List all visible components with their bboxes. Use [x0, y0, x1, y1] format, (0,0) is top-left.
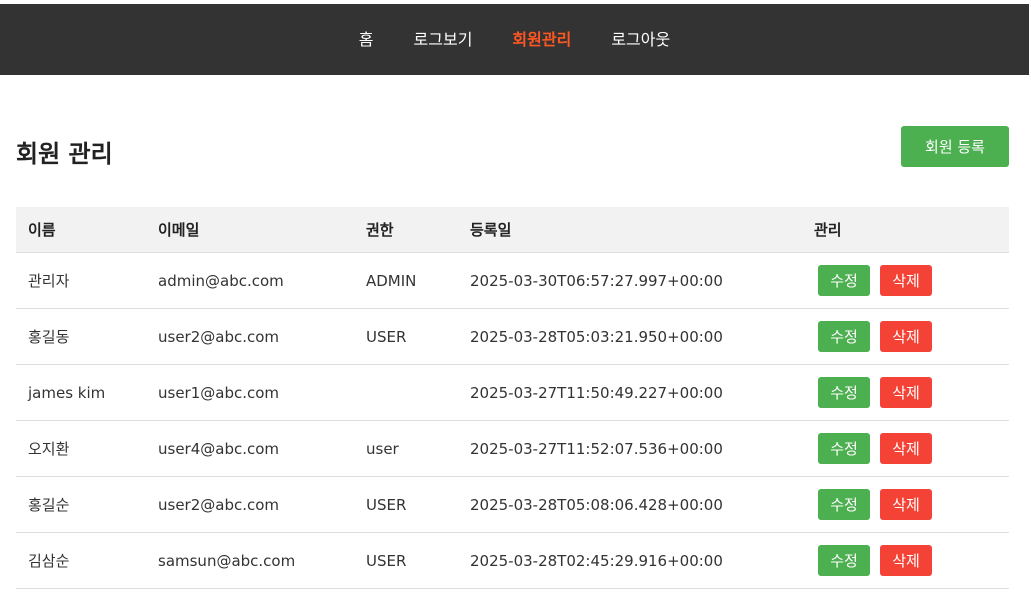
nav-link-members[interactable]: 회원관리 — [492, 8, 591, 72]
cell-actions: 수정 삭제 — [802, 476, 1009, 533]
edit-button[interactable]: 수정 — [818, 321, 870, 352]
cell-actions: 수정 삭제 — [802, 364, 1009, 421]
cell-role: USER — [354, 476, 458, 533]
table-row: 홍길순 user2@abc.com USER 2025-03-28T05:08:06.… — [16, 476, 1009, 533]
column-header-actions: 관리 — [802, 207, 1009, 253]
cell-email: admin@abc.com — [146, 252, 354, 309]
cell-date: 2025-03-28T05:03:21.950+00:00 — [458, 308, 802, 365]
nav-item-members: 회원관리 — [492, 8, 591, 72]
edit-button[interactable]: 수정 — [818, 377, 870, 408]
cell-email: user4@abc.com — [146, 420, 354, 477]
member-table-container: 이름 이메일 권한 등록일 관리 관리자 admin@abc.com ADMIN 20… — [16, 207, 1009, 589]
cell-date: 2025-03-30T06:57:27.997+00:00 — [458, 252, 802, 309]
delete-button[interactable]: 삭제 — [880, 545, 932, 576]
cell-date: 2025-03-28T05:08:06.428+00:00 — [458, 476, 802, 533]
cell-actions: 수정 삭제 — [802, 252, 1009, 309]
cell-actions: 수정 삭제 — [802, 308, 1009, 365]
table-header-row: 이름 이메일 권한 등록일 관리 — [16, 207, 1009, 253]
cell-role — [354, 364, 458, 421]
member-table: 이름 이메일 권한 등록일 관리 관리자 admin@abc.com ADMIN 20… — [16, 207, 1009, 589]
cell-date: 2025-03-27T11:50:49.227+00:00 — [458, 364, 802, 421]
cell-role: user — [354, 420, 458, 477]
cell-name: 김삼순 — [16, 532, 146, 589]
table-row: 관리자 admin@abc.com ADMIN 2025-03-30T06:57:27… — [16, 252, 1009, 309]
cell-actions: 수정 삭제 — [802, 532, 1009, 589]
table-row: james kim user1@abc.com 2025-03-27T11:50:4… — [16, 364, 1009, 421]
cell-email: samsun@abc.com — [146, 532, 354, 589]
cell-role: USER — [354, 308, 458, 365]
edit-button[interactable]: 수정 — [818, 433, 870, 464]
delete-button[interactable]: 삭제 — [880, 433, 932, 464]
top-navbar: 홈 로그보기 회원관리 로그아웃 — [0, 4, 1029, 75]
cell-email: user2@abc.com — [146, 476, 354, 533]
column-header-email: 이메일 — [146, 207, 354, 253]
table-body: 관리자 admin@abc.com ADMIN 2025-03-30T06:57:27… — [16, 252, 1009, 589]
nav-link-home[interactable]: 홈 — [339, 8, 394, 72]
delete-button[interactable]: 삭제 — [880, 321, 932, 352]
edit-button[interactable]: 수정 — [818, 489, 870, 520]
cell-date: 2025-03-28T02:45:29.916+00:00 — [458, 532, 802, 589]
cell-actions: 수정 삭제 — [802, 420, 1009, 477]
cell-name: james kim — [16, 364, 146, 421]
table-row: 김삼순 samsun@abc.com USER 2025-03-28T02:45:29… — [16, 532, 1009, 589]
cell-role: ADMIN — [354, 252, 458, 309]
cell-name: 오지환 — [16, 420, 146, 477]
nav-item-logout: 로그아웃 — [591, 8, 690, 72]
cell-name: 홍길순 — [16, 476, 146, 533]
nav-link-logs[interactable]: 로그보기 — [394, 8, 493, 72]
delete-button[interactable]: 삭제 — [880, 265, 932, 296]
column-header-date: 등록일 — [458, 207, 802, 253]
edit-button[interactable]: 수정 — [818, 545, 870, 576]
delete-button[interactable]: 삭제 — [880, 489, 932, 520]
cell-name: 관리자 — [16, 252, 146, 309]
column-header-role: 권한 — [354, 207, 458, 253]
add-member-button[interactable]: 회원 등록 — [901, 126, 1009, 167]
table-row: 홍길동 user2@abc.com USER 2025-03-28T05:03:21.… — [16, 308, 1009, 365]
cell-date: 2025-03-27T11:52:07.536+00:00 — [458, 420, 802, 477]
delete-button[interactable]: 삭제 — [880, 377, 932, 408]
nav-link-logout[interactable]: 로그아웃 — [591, 8, 690, 72]
nav-list: 홈 로그보기 회원관리 로그아웃 — [339, 8, 690, 72]
table-header: 이름 이메일 권한 등록일 관리 — [16, 207, 1009, 253]
cell-role: USER — [354, 532, 458, 589]
nav-item-logs: 로그보기 — [394, 8, 493, 72]
edit-button[interactable]: 수정 — [818, 265, 870, 296]
page-title: 회원 관리 — [16, 140, 113, 168]
nav-item-home: 홈 — [339, 8, 394, 72]
table-row: 오지환 user4@abc.com user 2025-03-27T11:52:07.… — [16, 420, 1009, 477]
cell-email: user2@abc.com — [146, 308, 354, 365]
cell-email: user1@abc.com — [146, 364, 354, 421]
cell-name: 홍길동 — [16, 308, 146, 365]
column-header-name: 이름 — [16, 207, 146, 253]
